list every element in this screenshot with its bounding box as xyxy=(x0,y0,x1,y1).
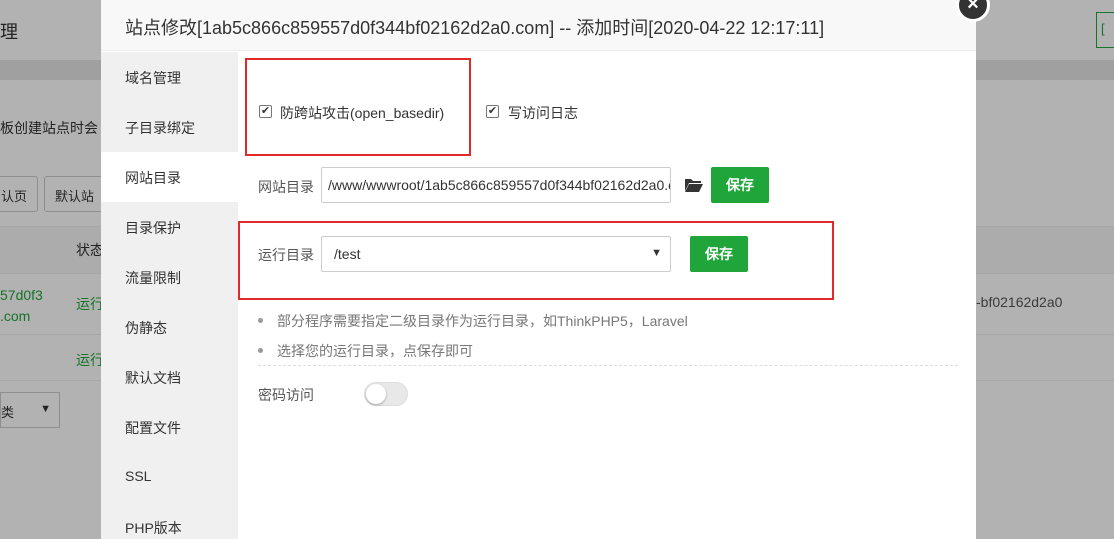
sidebar-item-config-file[interactable]: 配置文件 xyxy=(101,402,238,452)
site-dir-label: 网站目录 xyxy=(258,179,314,195)
sidebar-item-traffic-limit[interactable]: 流量限制 xyxy=(101,252,238,302)
bullet-icon xyxy=(258,317,263,323)
sidebar-item-domain[interactable]: 域名管理 xyxy=(101,52,238,102)
password-access-label: 密码访问 xyxy=(258,387,314,403)
sidebar-item-ssl[interactable]: SSL xyxy=(101,452,238,502)
sidebar-item-default-doc[interactable]: 默认文档 xyxy=(101,352,238,402)
site-dir-input[interactable]: /www/wwwroot/1ab5c866c859557d0f344bf0216… xyxy=(321,167,671,203)
modal-content: ✔ 防跨站攻击(open_basedir) ✔ 写访问日志 网站目录 /www/… xyxy=(238,52,976,539)
tip-text: 选择您的运行目录，点保存即可 xyxy=(277,343,473,359)
modal-sidebar: 域名管理 子目录绑定 网站目录 目录保护 流量限制 伪静态 默认文档 配置文件 … xyxy=(101,52,238,539)
tip-item: 部分程序需要指定二级目录作为运行目录，如ThinkPHP5，Laravel xyxy=(258,311,688,331)
password-access-toggle[interactable] xyxy=(364,382,408,406)
sidebar-item-php-version[interactable]: PHP版本 xyxy=(101,502,238,539)
toggle-knob xyxy=(366,384,386,404)
modal-header: 站点修改[1ab5c866c859557d0f344bf02162d2a0.co… xyxy=(101,0,976,51)
sidebar-item-dir-protection[interactable]: 目录保护 xyxy=(101,202,238,252)
folder-open-icon[interactable] xyxy=(684,177,704,193)
access-log-label[interactable]: 写访问日志 xyxy=(508,103,578,123)
sidebar-item-subdir-binding[interactable]: 子目录绑定 xyxy=(101,102,238,152)
sidebar-item-rewrite[interactable]: 伪静态 xyxy=(101,302,238,352)
tip-item: 选择您的运行目录，点保存即可 xyxy=(258,341,473,361)
site-edit-modal: 站点修改[1ab5c866c859557d0f344bf02162d2a0.co… xyxy=(101,0,976,539)
tip-text: 部分程序需要指定二级目录作为运行目录，如ThinkPHP5，Laravel xyxy=(277,313,688,329)
bullet-icon xyxy=(258,347,263,353)
access-log-checkbox[interactable]: ✔ xyxy=(486,105,499,118)
site-dir-save-button[interactable]: 保存 xyxy=(711,167,769,203)
modal-title: 站点修改[1ab5c866c859557d0f344bf02162d2a0.co… xyxy=(125,18,825,38)
sidebar-item-site-directory[interactable]: 网站目录 xyxy=(101,152,238,202)
divider xyxy=(258,365,958,366)
highlight-box xyxy=(238,221,834,300)
highlight-box xyxy=(245,58,471,156)
